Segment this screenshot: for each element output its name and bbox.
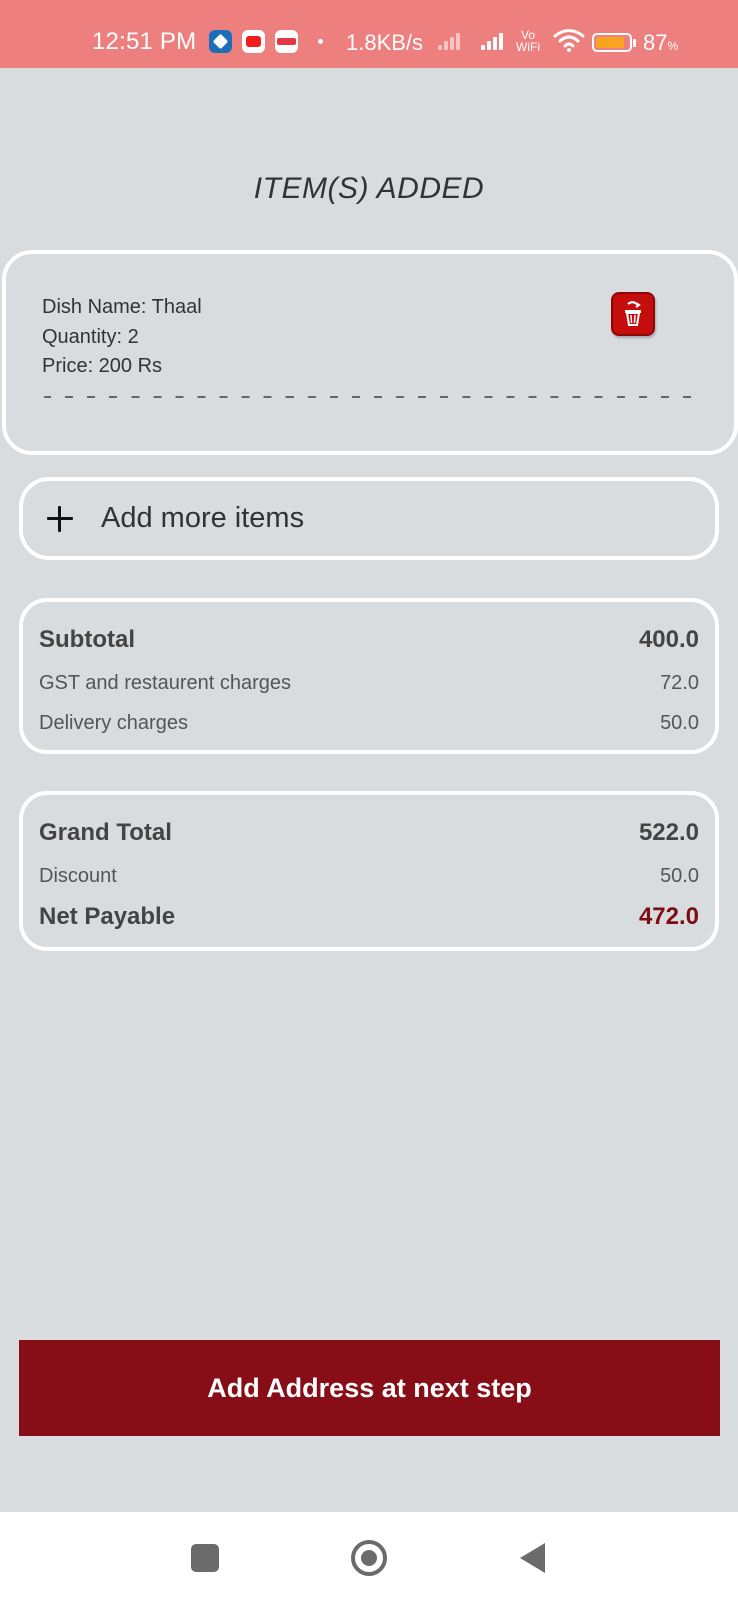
signal-sim1-icon bbox=[481, 33, 503, 50]
home-icon[interactable] bbox=[351, 1540, 387, 1576]
discount-label: Discount bbox=[39, 865, 117, 887]
battery-percent-unit: % bbox=[667, 39, 679, 53]
delivery-value: 50.0 bbox=[660, 712, 699, 734]
system-nav-bar bbox=[0, 1512, 738, 1600]
add-more-items-label: Add more items bbox=[101, 502, 305, 534]
cart-item-card: Dish Name: Thaal Quantity: 2 Price: 200 … bbox=[2, 250, 738, 455]
subtotal-label: Subtotal bbox=[39, 626, 135, 653]
net-payable-label: Net Payable bbox=[39, 903, 176, 930]
wifi-icon bbox=[553, 28, 585, 57]
grand-total-value: 522.0 bbox=[638, 819, 699, 846]
gst-label: GST and restaurent charges bbox=[39, 672, 291, 694]
battery-percent-value: 87 bbox=[643, 30, 668, 55]
net-payable-row: Net Payable 472.0 bbox=[39, 903, 699, 931]
battery-icon bbox=[592, 33, 636, 52]
totals-card: Grand Total 522.0 Discount 50.0 Net Paya… bbox=[19, 791, 719, 951]
notification-dot-icon bbox=[318, 39, 323, 44]
plus-icon bbox=[45, 504, 75, 534]
page-title: ITEM(S) ADDED bbox=[253, 172, 485, 205]
delivery-row: Delivery charges 50.0 bbox=[39, 712, 699, 735]
delivery-label: Delivery charges bbox=[39, 712, 188, 734]
discount-row: Discount 50.0 bbox=[39, 865, 699, 888]
youtube-icon bbox=[242, 30, 265, 53]
bill-summary-card: Subtotal 400.0 GST and restaurent charge… bbox=[19, 598, 719, 754]
delete-item-button[interactable] bbox=[611, 292, 655, 336]
grand-total-label: Grand Total bbox=[39, 819, 172, 846]
zomato-icon bbox=[275, 30, 298, 53]
network-speed: 1.8KB/s bbox=[346, 30, 424, 55]
back-icon[interactable] bbox=[520, 1543, 545, 1573]
dashed-divider bbox=[44, 396, 694, 398]
gst-value: 72.0 bbox=[660, 672, 699, 694]
subtotal-value: 400.0 bbox=[638, 626, 699, 653]
discount-value: 50.0 bbox=[660, 865, 699, 887]
dish-price: Price: 200 Rs bbox=[42, 355, 163, 377]
grand-total-row: Grand Total 522.0 bbox=[39, 819, 699, 847]
signal-sim2-icon bbox=[438, 33, 460, 50]
add-address-button[interactable]: Add Address at next step bbox=[19, 1340, 720, 1436]
battery-fill bbox=[596, 37, 624, 48]
gst-row: GST and restaurent charges 72.0 bbox=[39, 672, 699, 695]
battery-percent: 87% bbox=[643, 30, 678, 56]
trash-icon bbox=[625, 301, 641, 326]
subtotal-row: Subtotal 400.0 bbox=[39, 626, 699, 654]
dish-quantity: Quantity: 2 bbox=[42, 326, 139, 348]
add-more-items-button[interactable]: Add more items bbox=[19, 477, 719, 560]
status-time: 12:51 PM bbox=[92, 28, 197, 55]
recents-icon[interactable] bbox=[191, 1544, 219, 1572]
dish-name: Dish Name: Thaal bbox=[42, 296, 202, 318]
net-payable-value: 472.0 bbox=[638, 903, 699, 930]
vowifi-indicator: Vo WiFi bbox=[516, 29, 540, 53]
status-bar: 12:51 PM 1.8KB/s Vo WiFi 87% bbox=[0, 0, 738, 68]
vowifi-bottom: WiFi bbox=[516, 40, 540, 54]
dominos-icon bbox=[209, 30, 232, 53]
